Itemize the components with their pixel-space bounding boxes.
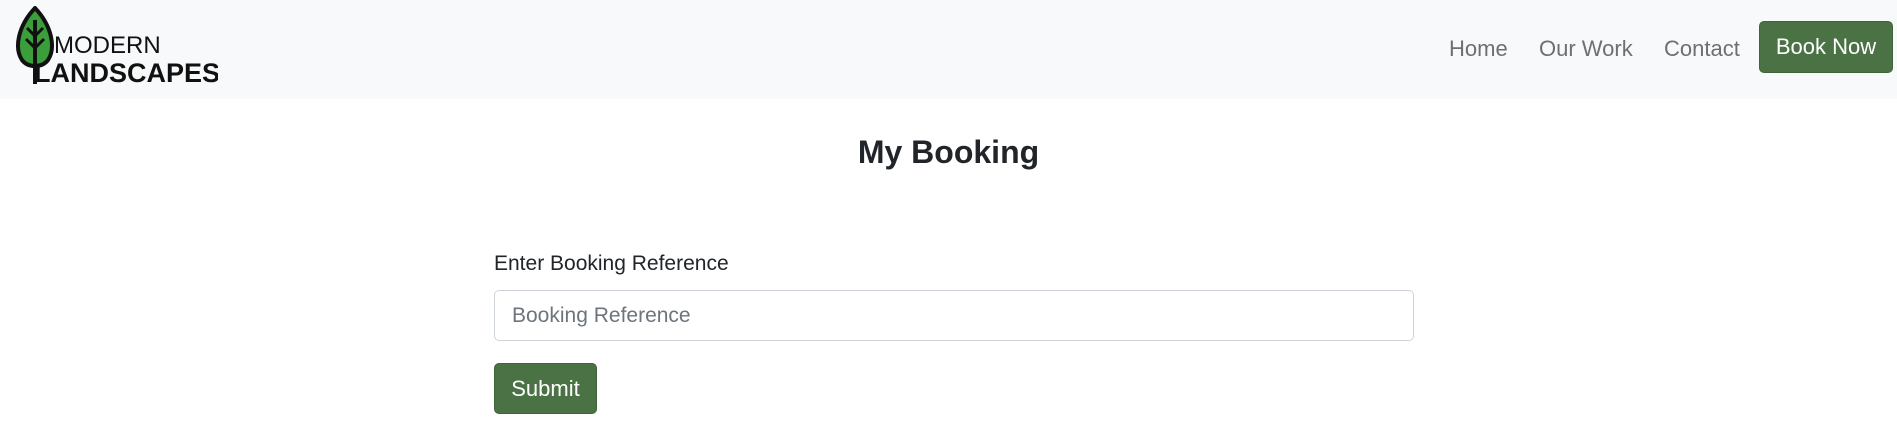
leaf-logo-icon: MODERN LANDSCAPES — [16, 6, 218, 88]
nav-link-contact[interactable]: Contact — [1664, 36, 1740, 62]
nav-link-our-work[interactable]: Our Work — [1539, 36, 1633, 62]
navbar: MODERN LANDSCAPES Home Our Work Contact … — [0, 0, 1897, 99]
book-now-button[interactable]: Book Now — [1759, 21, 1893, 73]
submit-button[interactable]: Submit — [494, 363, 597, 414]
brand-logo[interactable]: MODERN LANDSCAPES — [14, 6, 218, 88]
booking-reference-input[interactable] — [494, 290, 1414, 341]
page-title: My Booking — [857, 134, 1040, 170]
brand-line1: MODERN — [54, 32, 161, 59]
brand-line2: LANDSCAPES — [34, 58, 218, 88]
nav-link-home[interactable]: Home — [1449, 36, 1508, 62]
booking-reference-label: Enter Booking Reference — [494, 252, 729, 275]
